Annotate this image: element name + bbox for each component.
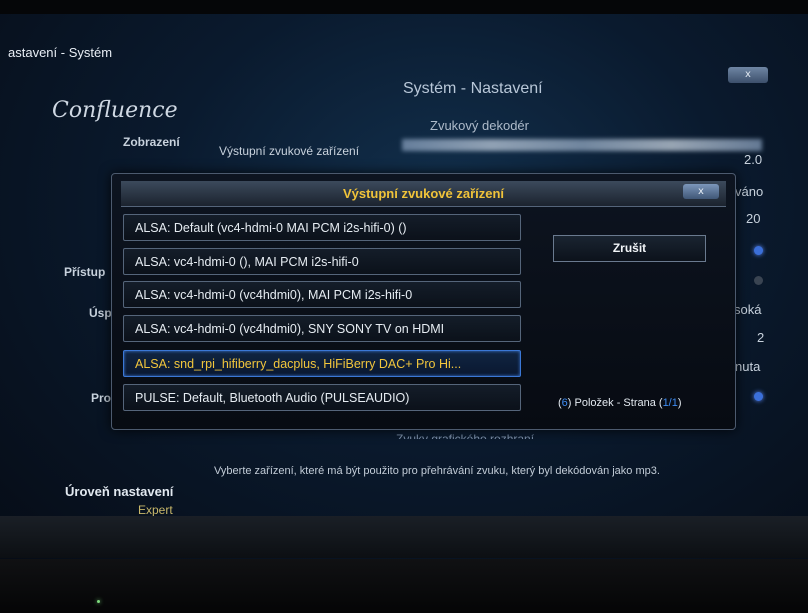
dialog-close-button[interactable]: x xyxy=(683,184,719,199)
count-close: ) xyxy=(677,397,682,409)
setting-output-device-label[interactable]: Výstupní zvukové zařízení xyxy=(219,144,359,158)
count-items-label: ) Položek - Strana ( xyxy=(567,397,663,409)
window-close-button[interactable]: x xyxy=(728,67,768,83)
device-option[interactable]: ALSA: Default (vc4-hdmi-0 MAI PCM i2s-hi… xyxy=(123,214,521,241)
power-led-icon xyxy=(97,600,100,603)
dialog-title: Výstupní zvukové zařízení xyxy=(342,186,505,201)
right-value: 2 xyxy=(757,330,765,345)
device-option[interactable]: ALSA: vc4-hdmi-0 (vc4hdmi0), MAI PCM i2s… xyxy=(123,281,521,308)
output-device-dialog: Výstupní zvukové zařízení x ALSA: Defaul… xyxy=(111,173,736,430)
menu-item-access[interactable]: Přístup xyxy=(64,265,105,279)
right-value: váno xyxy=(735,184,764,199)
cancel-button[interactable]: Zrušit xyxy=(553,235,706,262)
section-subtitle: Zvukový dekodér xyxy=(430,118,529,133)
device-option[interactable]: ALSA: vc4-hdmi-0 (), MAI PCM i2s-hifi-0 xyxy=(123,248,521,275)
item-count: (6) Položek - Strana (1/1) xyxy=(558,397,682,409)
device-option[interactable]: PULSE: Default, Bluetooth Audio (PULSEAU… xyxy=(123,384,521,411)
right-value: 20 xyxy=(746,211,761,226)
toggle-on-icon[interactable] xyxy=(754,246,763,255)
setting-description: Vyberte zařízení, které má být použito p… xyxy=(214,465,660,477)
confluence-logo: Confluence xyxy=(52,98,178,123)
menu-item-energy[interactable]: Úsp xyxy=(89,306,112,320)
setting-output-device-value xyxy=(402,139,762,151)
right-value: nuta xyxy=(735,359,761,374)
screen-bottom-bar xyxy=(0,516,808,558)
dialog-titlebar: Výstupní zvukové zařízení x xyxy=(121,181,726,207)
count-page: 1/1 xyxy=(662,397,678,409)
right-value: soká xyxy=(734,302,762,317)
device-option[interactable]: ALSA: vc4-hdmi-0 (vc4hdmi0), SNY SONY TV… xyxy=(123,315,521,342)
menu-item-display[interactable]: Zobrazení xyxy=(123,135,180,149)
tv-bezel xyxy=(0,559,808,613)
menu-item-profiles[interactable]: Pro xyxy=(91,391,111,405)
tv-screen: astavení - Systém x Confluence Systém - … xyxy=(0,14,808,559)
window-title: astavení - Systém xyxy=(8,45,113,60)
device-option-selected[interactable]: ALSA: snd_rpi_hifiberry_dacplus, HiFiBer… xyxy=(123,350,521,377)
settings-level-label[interactable]: Úroveň nastavení xyxy=(65,484,173,499)
toggle-on-icon[interactable] xyxy=(754,392,763,401)
right-value: 2.0 xyxy=(744,152,763,167)
obscured-setting-label: Zvuky grafického rozhraní xyxy=(396,432,535,439)
page-title: Systém - Nastavení xyxy=(403,80,543,97)
toggle-off-icon[interactable] xyxy=(754,276,763,285)
settings-level-value: Expert xyxy=(138,503,173,517)
